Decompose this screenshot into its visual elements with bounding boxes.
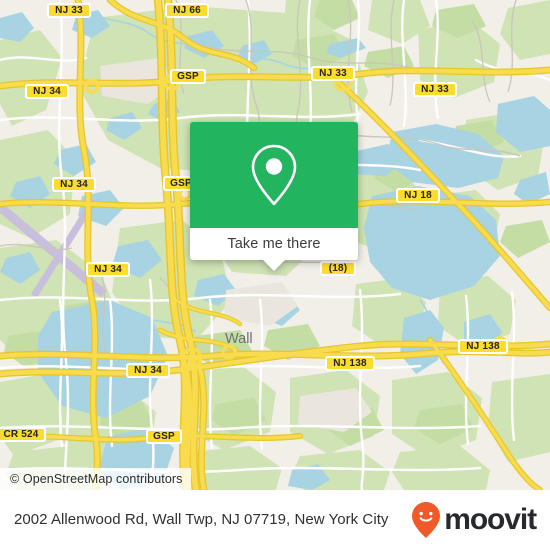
attribution-text: © OpenStreetMap contributors: [10, 472, 183, 486]
road-shield-label: NJ 33: [55, 5, 83, 16]
road-shield: CR 524: [0, 427, 46, 442]
road-shield-label: GSP: [153, 431, 175, 442]
road-shield: NJ 34: [126, 363, 170, 378]
road-shield: NJ 34: [25, 84, 69, 99]
callout-action-bar[interactable]: Take me there: [190, 228, 358, 271]
road-shield-label: GSP: [170, 178, 192, 189]
take-me-there-label: Take me there: [227, 236, 321, 252]
road-shield: NJ 138: [458, 339, 508, 354]
city-label-wall: Wall: [225, 331, 253, 347]
road-shield: (18): [320, 261, 356, 276]
road-shield: NJ 18: [396, 188, 440, 203]
map-page: Wall NJ 33 NJ 66 NJ 33 NJ 33 GSP NJ 34 NJ 34 GS…: [0, 0, 550, 550]
road-shield: NJ 33: [47, 3, 91, 18]
location-callout-card[interactable]: Take me there: [190, 122, 358, 271]
road-shield-label: NJ 33: [421, 84, 449, 95]
road-shield: NJ 33: [311, 66, 355, 81]
road-shield-label: NJ 138: [466, 341, 500, 352]
address-text: 2002 Allenwood Rd, Wall Twp, NJ 07719, N…: [14, 511, 389, 528]
road-shield: NJ 66: [165, 3, 209, 18]
road-shield: NJ 34: [52, 177, 96, 192]
road-shield: NJ 33: [413, 82, 457, 97]
road-shield-label: NJ 138: [333, 358, 367, 369]
road-shield: GSP: [146, 429, 182, 444]
road-shield: NJ 138: [325, 356, 375, 371]
road-shield-label: CR 524: [3, 429, 39, 440]
moovit-wordmark: moovit: [444, 503, 537, 536]
road-shield-label: GSP: [177, 71, 199, 82]
callout-image-panel: [190, 122, 358, 228]
road-shield-label: NJ 66: [173, 5, 201, 16]
moovit-pin-smiley-icon: [412, 502, 441, 538]
road-shield-label: NJ 34: [33, 86, 61, 97]
road-shield: NJ 34: [86, 262, 130, 277]
road-shield: GSP: [170, 69, 206, 84]
road-shield-label: NJ 33: [319, 68, 347, 79]
road-shield-label: NJ 34: [134, 365, 162, 376]
page-footer: 2002 Allenwood Rd, Wall Twp, NJ 07719, N…: [0, 490, 550, 550]
city-label-text: Wall: [225, 331, 253, 347]
road-shield-label: NJ 34: [60, 179, 88, 190]
road-shield-label: NJ 34: [94, 264, 122, 275]
map-pin-icon: [251, 144, 297, 206]
map-attribution[interactable]: © OpenStreetMap contributors: [0, 468, 191, 490]
callout-pointer-tail: [263, 260, 285, 271]
road-shield-label: NJ 18: [404, 190, 432, 201]
moovit-brand[interactable]: moovit: [411, 501, 537, 539]
road-shield-label: (18): [328, 263, 348, 274]
